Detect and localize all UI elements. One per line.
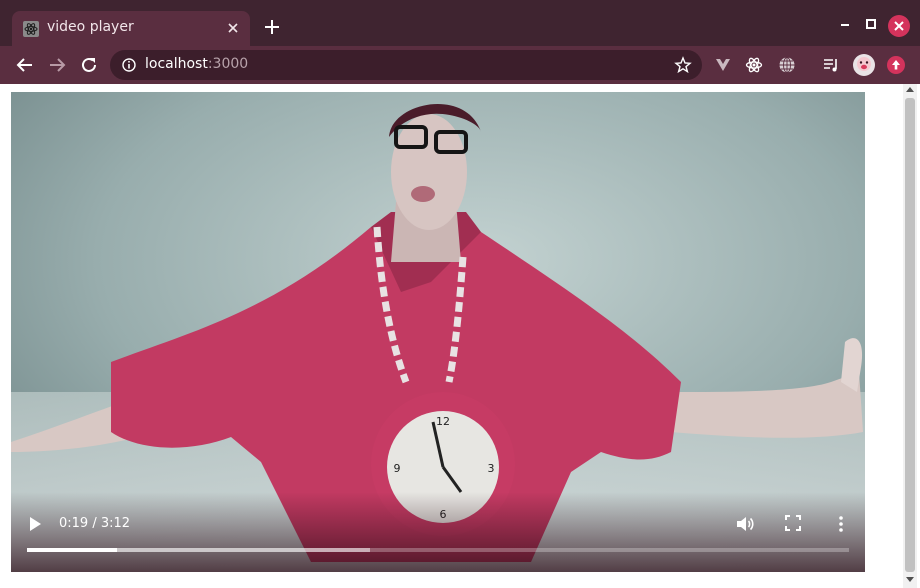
back-icon[interactable]: [14, 54, 36, 76]
globe-icon[interactable]: [778, 56, 796, 74]
profile-avatar-icon[interactable]: [852, 53, 876, 77]
update-icon[interactable]: [886, 55, 906, 75]
vue-devtools-icon[interactable]: [714, 56, 732, 74]
maximize-icon[interactable]: [862, 15, 880, 33]
svg-text:12: 12: [436, 415, 450, 428]
browser-toolbar: localhost:3000: [0, 46, 920, 84]
seek-bar[interactable]: [27, 548, 849, 552]
star-icon[interactable]: [674, 56, 692, 74]
forward-icon[interactable]: [46, 54, 68, 76]
address-bar[interactable]: localhost:3000: [110, 50, 702, 80]
reload-icon[interactable]: [78, 54, 100, 76]
video-player[interactable]: 12 3 6 9 0:19 / 3:12: [11, 92, 865, 572]
play-icon[interactable]: [27, 515, 43, 533]
url-text: localhost:3000: [145, 56, 248, 72]
volume-icon[interactable]: [735, 514, 755, 534]
window-close-button[interactable]: [888, 15, 910, 37]
url-port: :3000: [207, 56, 249, 72]
fullscreen-icon[interactable]: [785, 515, 801, 531]
tab-strip: video player: [0, 0, 920, 46]
media-queue-icon[interactable]: [822, 56, 840, 74]
page-content: 12 3 6 9 0:19 / 3:12: [0, 84, 920, 588]
info-icon[interactable]: [122, 58, 136, 72]
svg-text:9: 9: [394, 462, 401, 475]
played-range: [27, 548, 117, 552]
tab-title: video player: [47, 19, 134, 35]
close-icon: [894, 21, 904, 31]
minimize-icon[interactable]: [836, 15, 854, 33]
tab-close-icon[interactable]: [224, 19, 242, 37]
new-tab-icon[interactable]: [262, 17, 282, 37]
scroll-up-icon[interactable]: [906, 87, 914, 92]
react-favicon-icon: [23, 21, 39, 37]
time-display: 0:19 / 3:12: [59, 516, 131, 531]
tab-video-player[interactable]: video player: [12, 11, 250, 46]
more-options-icon[interactable]: [836, 514, 846, 534]
react-devtools-icon[interactable]: [745, 56, 763, 74]
browser-window: video player localhost:3000 12 3 9 0:19 …: [0, 0, 920, 588]
scroll-thumb[interactable]: [905, 98, 915, 572]
page-scrollbar[interactable]: [903, 84, 917, 588]
svg-text:3: 3: [488, 462, 495, 475]
scroll-down-icon[interactable]: [906, 577, 914, 582]
url-host: localhost: [145, 56, 208, 72]
